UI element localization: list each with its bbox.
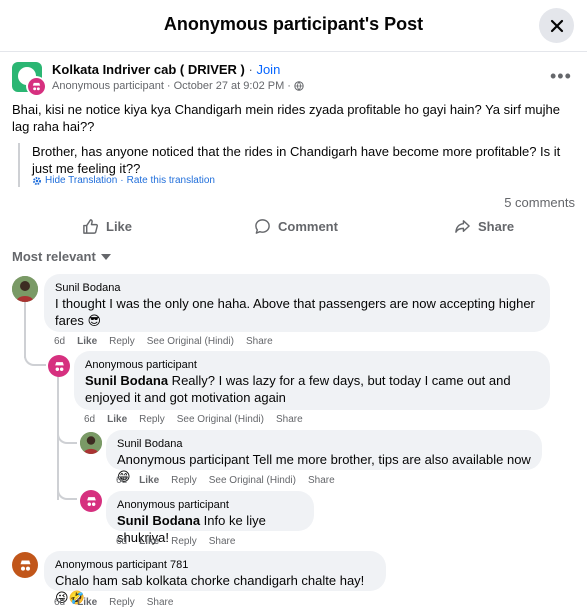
comment-text: Sunil Bodana Really? I was lazy for a fe… xyxy=(85,372,539,406)
comment-meta: 6d Like Reply See Original (Hindi) Share xyxy=(84,414,303,425)
share-link[interactable]: Share xyxy=(209,536,236,547)
translation-block: Brother, has anyone noticed that the rid… xyxy=(18,143,578,187)
sort-label: Most relevant xyxy=(12,249,96,264)
join-link[interactable]: Join xyxy=(256,62,280,77)
translation-links: Hide Translation · Rate this translation xyxy=(32,175,215,186)
post-author[interactable]: Anonymous participant xyxy=(52,80,164,92)
comment-author[interactable]: Sunil Bodana xyxy=(55,281,539,295)
like-link[interactable]: Like xyxy=(77,597,97,608)
comment-button[interactable]: Comment xyxy=(254,218,338,235)
anonymous-icon xyxy=(20,560,30,571)
close-icon xyxy=(550,19,563,32)
comment-time[interactable]: 6d xyxy=(116,475,127,486)
comment-text: I thought I was the only one haha. Above… xyxy=(55,296,535,328)
post-timestamp[interactable]: October 27 at 9:02 PM xyxy=(174,80,285,92)
comment-author[interactable]: Anonymous participant xyxy=(85,358,539,372)
comment-label: Comment xyxy=(278,219,338,234)
comment-count[interactable]: 5 comments xyxy=(504,195,575,210)
reply-link[interactable]: Reply xyxy=(109,336,135,347)
share-link[interactable]: Share xyxy=(147,597,174,608)
like-label: Like xyxy=(106,219,133,234)
share-link[interactable]: Share xyxy=(308,475,335,486)
share-label: Share xyxy=(478,219,515,234)
mention-link[interactable]: Sunil Bodana xyxy=(117,513,200,528)
comment-author[interactable]: Sunil Bodana xyxy=(117,437,531,451)
like-button[interactable]: Like xyxy=(82,218,132,235)
reply-link[interactable]: Reply xyxy=(139,414,165,425)
sort-dropdown[interactable]: Most relevant xyxy=(12,249,111,264)
anonymous-icon xyxy=(32,82,40,90)
link-separator: · xyxy=(120,175,124,186)
comment-bubble: Anonymous participant Sunil Bodana Info … xyxy=(106,491,314,545)
anonymous-icon xyxy=(54,361,64,371)
comment-bubble: Sunil Bodana I thought I was the only on… xyxy=(44,274,550,332)
share-icon xyxy=(455,220,470,233)
rate-translation-link[interactable]: Rate this translation xyxy=(127,175,215,186)
translated-text: Brother, has anyone noticed that the rid… xyxy=(32,144,561,176)
profile-photo-icon xyxy=(12,276,38,302)
close-button[interactable] xyxy=(539,8,574,43)
comment-time[interactable]: 6d xyxy=(54,597,65,608)
comment-author[interactable]: Anonymous participant xyxy=(117,498,303,512)
comment-icon xyxy=(255,219,270,234)
share-link[interactable]: Share xyxy=(276,414,303,425)
share-link[interactable]: Share xyxy=(246,336,273,347)
like-link[interactable]: Like xyxy=(139,475,159,486)
profile-photo-icon xyxy=(80,432,102,454)
modal-header: Anonymous participant's Post xyxy=(0,0,587,52)
meta-separator: · xyxy=(166,80,171,92)
post-actions: Like Comment Share xyxy=(0,214,587,240)
share-button[interactable]: Share xyxy=(454,218,514,235)
reply-link[interactable]: Reply xyxy=(109,597,135,608)
mention-link[interactable]: Sunil Bodana xyxy=(85,373,168,388)
group-name-row: Kolkata Indriver cab ( DRIVER ) · Join xyxy=(52,62,280,77)
avatar[interactable] xyxy=(80,432,102,454)
modal-title: Anonymous participant's Post xyxy=(163,14,424,34)
thread-connector xyxy=(24,350,46,366)
group-name-link[interactable]: Kolkata Indriver cab ( DRIVER ) xyxy=(52,62,245,77)
comment-meta: 6d Like Reply See Original (Hindi) Share xyxy=(54,336,273,347)
like-link[interactable]: Like xyxy=(139,536,159,547)
thread-connector xyxy=(57,430,77,444)
comment-time[interactable]: 6d xyxy=(116,536,127,547)
like-link[interactable]: Like xyxy=(107,414,127,425)
post-meta: Anonymous participant · October 27 at 9:… xyxy=(52,80,304,92)
see-original-link[interactable]: See Original (Hindi) xyxy=(177,414,264,425)
comment-meta: 6d Like Reply Share xyxy=(116,536,235,547)
comment-bubble: Sunil Bodana Anonymous participant Tell … xyxy=(106,430,542,484)
gear-icon xyxy=(33,176,41,185)
anonymous-badge xyxy=(26,76,46,96)
like-link[interactable]: Like xyxy=(77,336,97,347)
more-options-button[interactable]: ••• xyxy=(550,66,572,87)
comment-time[interactable]: 6d xyxy=(54,336,65,347)
post-text: Bhai, kisi ne notice kiya kya Chandigarh… xyxy=(12,102,560,134)
avatar[interactable] xyxy=(48,355,70,377)
see-original-link[interactable]: See Original (Hindi) xyxy=(147,336,234,347)
see-original-link[interactable]: See Original (Hindi) xyxy=(209,475,296,486)
globe-icon xyxy=(294,81,304,91)
chevron-down-icon xyxy=(100,253,111,260)
thread-connector xyxy=(57,484,77,500)
comment-meta: 6d Like Reply Share xyxy=(54,597,173,608)
comment-bubble: Anonymous participant Sunil Bodana Reall… xyxy=(74,351,550,410)
comment-time[interactable]: 6d xyxy=(84,414,95,425)
comment-author[interactable]: Anonymous participant 781 xyxy=(55,558,375,572)
hide-translation-link[interactable]: Hide Translation xyxy=(45,175,117,186)
reply-link[interactable]: Reply xyxy=(171,475,197,486)
separator: · xyxy=(244,62,257,77)
thumbs-up-icon xyxy=(83,219,99,234)
avatar[interactable] xyxy=(12,552,38,578)
reply-link[interactable]: Reply xyxy=(171,536,197,547)
comment-bubble: Anonymous participant 781 Chalo ham sab … xyxy=(44,551,386,605)
comment-meta: 6d Like Reply See Original (Hindi) Share xyxy=(116,475,335,486)
avatar[interactable] xyxy=(12,276,38,302)
avatar[interactable] xyxy=(80,490,102,512)
meta-separator: · xyxy=(287,80,291,92)
anonymous-icon xyxy=(86,496,96,506)
